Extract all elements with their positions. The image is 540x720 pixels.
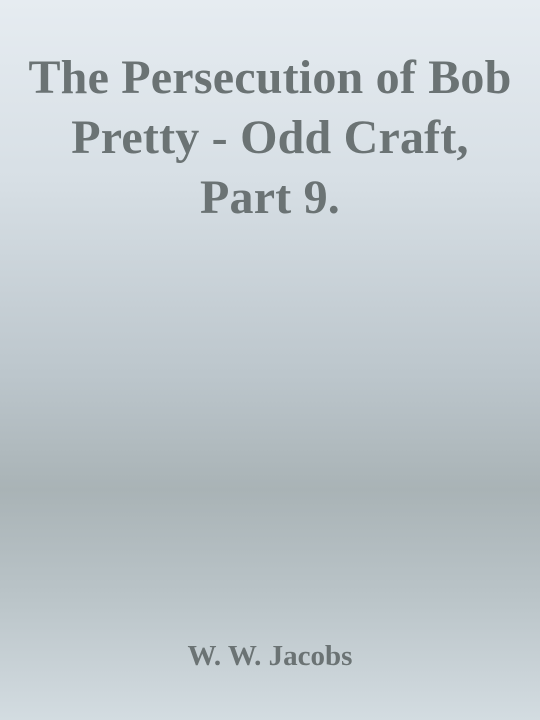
book-title: The Persecution of Bob Pretty - Odd Craf…: [28, 51, 512, 224]
book-cover: The Persecution of Bob Pretty - Odd Craf…: [0, 0, 540, 720]
book-author: W. W. Jacobs: [187, 640, 353, 672]
